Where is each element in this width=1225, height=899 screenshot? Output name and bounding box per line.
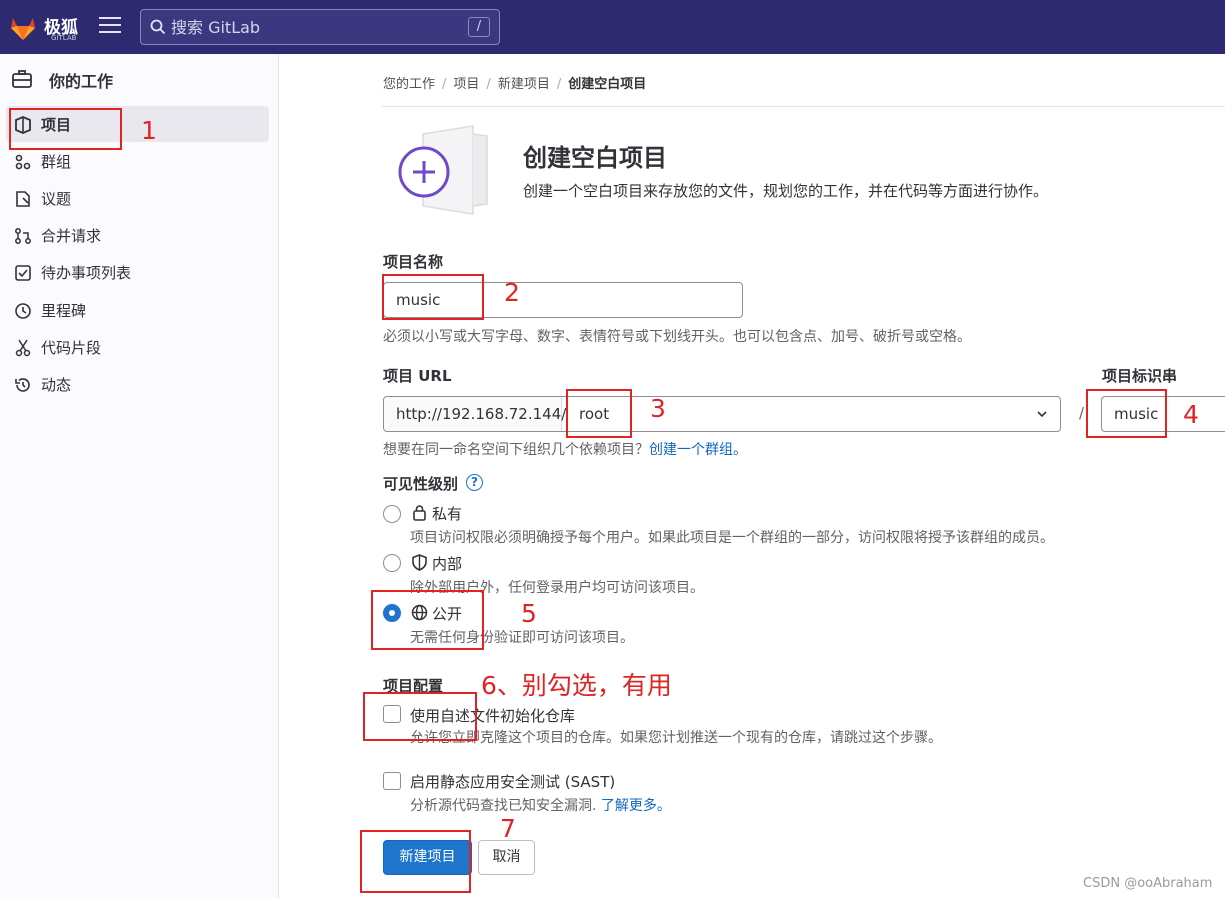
visibility-label: 可见性级别 <box>383 475 459 493</box>
sidebar-item-label: 动态 <box>41 376 72 394</box>
sast-label[interactable]: 启用静态应用安全测试 (SAST) <box>410 771 615 792</box>
issues-icon <box>16 191 30 207</box>
blank-project-illustration <box>398 125 488 215</box>
annotation-label-6: 6、别勾选，有用 <box>481 671 672 700</box>
page-description: 创建一个空白项目来存放您的文件，规划您的工作，并在代码等方面进行协作。 <box>523 182 1049 200</box>
annotation-box-3 <box>566 389 632 438</box>
annotation-label-4: 4 <box>1183 400 1199 429</box>
annotation-label-2: 2 <box>504 278 520 307</box>
annotation-label-1: 1 <box>141 116 157 145</box>
annotation-label-5: 5 <box>521 599 537 628</box>
page-title: 创建空白项目 <box>523 144 667 172</box>
project-url-help: 想要在同一命名空间下组织几个依赖项目？创建一个群组。 <box>383 442 747 458</box>
learn-more-link[interactable]: 了解更多。 <box>601 798 671 814</box>
create-group-link[interactable]: 创建一个群组。 <box>649 442 747 458</box>
visibility-private-label[interactable]: 私有 <box>432 503 462 524</box>
briefcase-icon <box>12 70 32 88</box>
annotation-box-2 <box>382 274 484 320</box>
sidebar-item-label: 群组 <box>41 153 72 171</box>
annotation-box-5 <box>371 590 484 650</box>
sast-desc: 分析源代码查找已知安全漏洞. 了解更多。 <box>410 798 671 814</box>
init-readme-desc: 允许您立即克隆这个项目的仓库。如果您计划推送一个现有的仓库，请跳过这个步骤。 <box>410 730 942 746</box>
sidebar-item-label: 待办事项列表 <box>41 264 132 282</box>
hamburger-menu-icon[interactable] <box>99 17 121 37</box>
breadcrumb-item[interactable]: 项目 <box>453 73 479 92</box>
todo-icon <box>15 265 31 281</box>
annotation-box-7 <box>360 830 471 893</box>
sidebar-item-label: 代码片段 <box>41 339 102 357</box>
group-icon <box>15 154 31 170</box>
sidebar: 你的工作 项目 群组 议题 合并请求 待办事项列表 里程碑 代码片段 动态 <box>0 54 279 899</box>
top-bar: 极狐 GITLAB / <box>0 0 1225 54</box>
project-name-help: 必须以小写或大写字母、数字、表情符号或下划线开头。也可以包含点、加号、破折号或空… <box>383 329 971 345</box>
watermark: CSDN @ooAbraham <box>1083 876 1213 891</box>
sidebar-item-snippets[interactable]: 代码片段 <box>6 329 269 365</box>
sidebar-item-label: 议题 <box>41 190 72 208</box>
search-icon <box>150 19 166 35</box>
shield-icon <box>412 554 427 571</box>
breadcrumb: 您的工作 / 项目 / 新建项目 / 创建空白项目 <box>383 73 646 92</box>
visibility-private-radio[interactable] <box>383 505 401 523</box>
annotation-label-3: 3 <box>650 394 666 423</box>
search-input[interactable] <box>171 10 471 44</box>
sidebar-item-merge-requests[interactable]: 合并请求 <box>6 217 269 253</box>
project-name-label: 项目名称 <box>383 253 444 271</box>
breadcrumb-separator: / <box>486 77 491 92</box>
sidebar-item-todos[interactable]: 待办事项列表 <box>6 254 269 290</box>
help-icon[interactable]: ? <box>466 474 483 491</box>
annotation-box-6 <box>363 692 477 741</box>
sidebar-item-label: 合并请求 <box>41 227 102 245</box>
sidebar-item-issues[interactable]: 议题 <box>6 180 269 216</box>
annotation-box-4 <box>1086 389 1167 438</box>
project-url-group: http://192.168.72.144/ root <box>383 396 1061 432</box>
sidebar-item-activity[interactable]: 动态 <box>6 366 269 402</box>
history-icon <box>15 378 30 392</box>
visibility-internal-radio[interactable] <box>383 554 401 572</box>
breadcrumb-separator: / <box>442 77 447 92</box>
visibility-internal-label[interactable]: 内部 <box>432 553 462 574</box>
visibility-private-desc: 项目访问权限必须明确授予每个用户。如果此项目是一个群组的一部分，访问权限将授予该… <box>410 530 1054 546</box>
cancel-button[interactable]: 取消 <box>478 840 535 875</box>
url-slash: / <box>1079 404 1085 422</box>
project-url-label: 项目 URL <box>383 367 452 385</box>
merge-request-icon <box>15 228 31 244</box>
breadcrumb-current: 创建空白项目 <box>568 77 647 92</box>
breadcrumb-item[interactable]: 您的工作 <box>383 73 435 92</box>
annotation-box-1 <box>9 108 122 150</box>
milestone-icon <box>15 303 31 319</box>
sidebar-title: 你的工作 <box>49 72 114 91</box>
sidebar-item-milestones[interactable]: 里程碑 <box>6 292 269 328</box>
breadcrumb-item[interactable]: 新建项目 <box>498 73 550 92</box>
lock-icon <box>413 505 426 521</box>
snippet-icon <box>15 339 31 357</box>
sast-checkbox[interactable] <box>383 772 401 790</box>
project-slug-label: 项目标识串 <box>1102 367 1178 385</box>
search-box[interactable]: / <box>140 9 500 45</box>
search-shortcut-badge: / <box>468 17 490 37</box>
gitlab-logo-icon[interactable] <box>8 13 38 43</box>
breadcrumb-separator: / <box>556 77 562 92</box>
chevron-down-icon[interactable] <box>1036 408 1048 420</box>
divider <box>382 106 1225 107</box>
url-prefix: http://192.168.72.144/ <box>384 397 566 431</box>
sidebar-item-label: 里程碑 <box>41 302 87 320</box>
brand-sub: GITLAB <box>51 34 77 42</box>
annotation-label-7: 7 <box>500 814 516 843</box>
